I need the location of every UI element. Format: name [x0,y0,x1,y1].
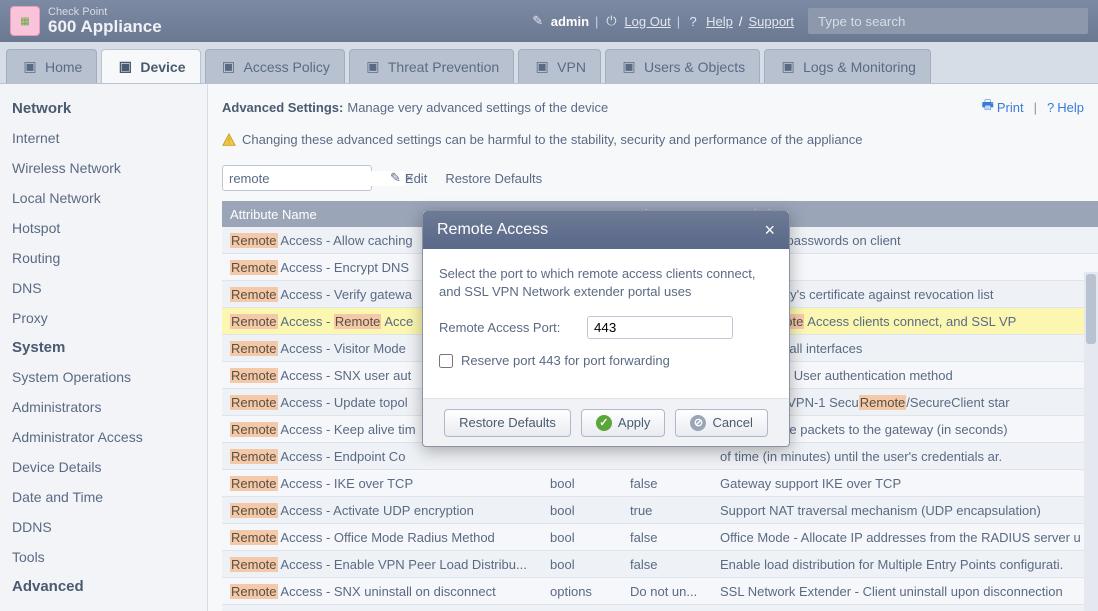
check-icon: ✓ [596,415,612,431]
main-nav: ▣Home▣Device▣Access Policy▣Threat Preven… [0,42,1098,84]
page-title: Advanced Settings: [222,100,343,115]
sidebar-item-tools[interactable]: Tools [0,542,207,572]
nav-icon: ▣ [220,58,238,76]
nav-icon: ▣ [116,58,134,76]
nav-icon: ▣ [533,58,551,76]
help-icon: ? [686,14,700,29]
sidebar-item-internet[interactable]: Internet [0,123,207,153]
nav-tab-threat-prevention[interactable]: ▣Threat Prevention [349,49,514,83]
dialog-titlebar[interactable]: Remote Access × [423,211,789,249]
table-row[interactable]: Remote Access - Enable VPN Peer Load Dis… [222,551,1098,578]
apply-button[interactable]: ✓Apply [581,409,666,437]
nav-icon: ▣ [364,58,382,76]
scrollbar-thumb[interactable] [1086,274,1096,344]
sidebar-item-hotspot[interactable]: Hotspot [0,213,207,243]
port-label: Remote Access Port: [439,320,587,335]
table-toolbar: × ✎ Edit Restore Defaults [222,165,1098,191]
sidebar-item-dns[interactable]: DNS [0,273,207,303]
dialog-footer: Restore Defaults ✓Apply ⊘Cancel [423,398,789,446]
nav-tab-access-policy[interactable]: ▣Access Policy [205,49,345,83]
power-icon: ⏻ [604,13,618,29]
reserve-port-checkbox[interactable] [439,354,453,368]
page-help-link[interactable]: ?Help [1047,96,1084,118]
cancel-button[interactable]: ⊘Cancel [675,409,767,437]
printer-icon: 🖶 [982,96,994,118]
filter-input[interactable] [229,171,405,186]
pencil-icon: ✎ [390,170,401,186]
svg-text:!: ! [228,136,230,145]
warning-bar: ! Changing these advanced settings can b… [222,132,1098,147]
nav-icon: ▣ [620,58,638,76]
support-link[interactable]: Support [748,14,794,29]
sidebar: NetworkInternetWireless NetworkLocal Net… [0,84,208,611]
restore-defaults-link[interactable]: Restore Defaults [445,171,542,186]
nav-icon: ▣ [779,58,797,76]
logout-link[interactable]: Log Out [624,14,670,29]
close-icon[interactable]: × [764,220,775,241]
edit-button[interactable]: ✎ Edit [390,170,427,186]
admin-label: admin [551,14,589,29]
table-row[interactable]: Remote Access - Activate UDP encryptionb… [222,497,1098,524]
brand-block: Check Point 600 Appliance [48,6,162,37]
sidebar-item-wireless-network[interactable]: Wireless Network [0,153,207,183]
sidebar-item-administrator-access[interactable]: Administrator Access [0,422,207,452]
sidebar-item-date-and-time[interactable]: Date and Time [0,482,207,512]
print-link[interactable]: 🖶Print [982,96,1024,118]
table-row[interactable]: Remote Access - SNX uninstall on disconn… [222,578,1098,605]
global-search-input[interactable] [808,8,1088,34]
dialog-title: Remote Access [437,221,548,239]
sidebar-item-device-details[interactable]: Device Details [0,452,207,482]
table-row[interactable]: Remote Access - Office Mode Radius Metho… [222,524,1098,551]
sidebar-section-advanced: Advanced [0,572,207,601]
brand-bottom: 600 Appliance [48,18,162,37]
cancel-icon: ⊘ [690,415,706,431]
sidebar-item-local-network[interactable]: Local Network [0,183,207,213]
nav-tab-vpn[interactable]: ▣VPN [518,49,601,83]
help-link[interactable]: Help [706,14,733,29]
table-row[interactable]: Remote Access - SNX keep alive timeoutin… [222,605,1098,611]
sidebar-section-network: Network [0,94,207,123]
table-row[interactable]: Remote Access - Endpoint Coof time (in m… [222,443,1098,470]
sidebar-item-proxy[interactable]: Proxy [0,303,207,333]
port-input[interactable] [587,316,733,339]
nav-tab-home[interactable]: ▣Home [6,49,97,83]
content-header: Advanced Settings: Manage very advanced … [222,96,1098,118]
brand-top: Check Point [48,6,162,18]
nav-tab-logs-monitoring[interactable]: ▣Logs & Monitoring [764,49,931,83]
filter-box: × [222,165,372,191]
pencil-icon: ✎ [531,13,545,29]
top-bar: ▦ Check Point 600 Appliance ✎ admin | ⏻ … [0,0,1098,42]
sidebar-section-system: System [0,333,207,362]
sidebar-item-ddns[interactable]: DDNS [0,512,207,542]
topbar-right: ✎ admin | ⏻ Log Out | ? Help / Support [531,8,1088,34]
remote-access-dialog: Remote Access × Select the port to which… [422,210,790,447]
page-subtitle: Manage very advanced settings of the dev… [347,100,608,115]
nav-tab-device[interactable]: ▣Device [101,49,200,83]
table-row[interactable]: Remote Access - IKE over TCPboolfalseGat… [222,470,1098,497]
sidebar-item-system-operations[interactable]: System Operations [0,362,207,392]
help-icon: ? [1047,100,1054,115]
sidebar-item-routing[interactable]: Routing [0,243,207,273]
brand-logo: ▦ [10,6,40,36]
warning-icon: ! [222,133,236,147]
sidebar-item-administrators[interactable]: Administrators [0,392,207,422]
scrollbar-track[interactable] [1084,272,1098,611]
nav-icon: ▣ [21,58,39,76]
dialog-description: Select the port to which remote access c… [439,265,773,300]
dialog-restore-button[interactable]: Restore Defaults [444,409,571,437]
nav-tab-users-objects[interactable]: ▣Users & Objects [605,49,760,83]
reserve-port-label: Reserve port 443 for port forwarding [461,353,670,368]
